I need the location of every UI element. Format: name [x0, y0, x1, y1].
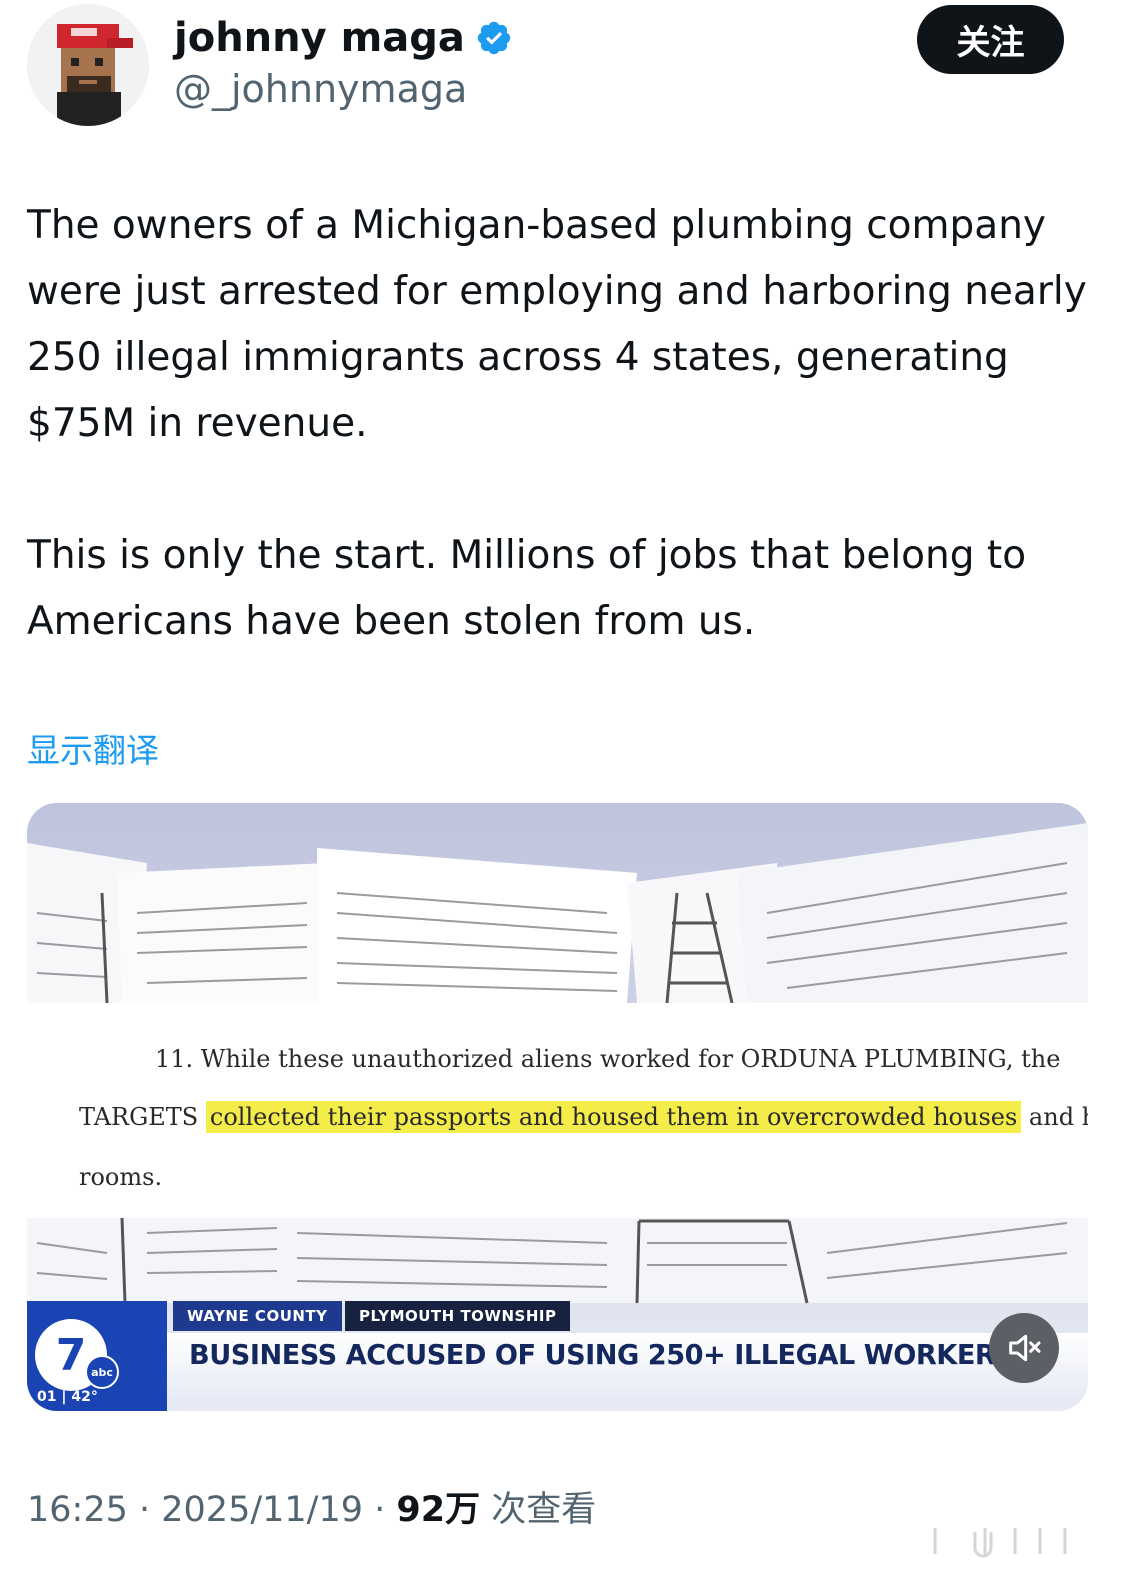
- views-count: 92万: [396, 1490, 481, 1530]
- tweet-text: The owners of a Michigan-based plumbing …: [27, 193, 1087, 655]
- views-label: 次查看: [480, 1490, 597, 1530]
- tweet-paragraph-1: The owners of a Michigan-based plumbing …: [27, 203, 1087, 446]
- news-lower-third: 7 abc 01 | 42° WAYNE COUNTY PLYMOUTH TOW…: [27, 1301, 1088, 1411]
- show-translation-link[interactable]: 显示翻译: [27, 728, 159, 774]
- author-handle[interactable]: @_johnnymaga: [174, 66, 467, 112]
- meta-separator-2: ·: [363, 1490, 397, 1530]
- weather-readout: 01 | 42°: [37, 1389, 98, 1405]
- document-line-2: TARGETS collected their passports and ho…: [79, 1101, 1088, 1133]
- avatar[interactable]: [27, 4, 149, 126]
- tweet-date[interactable]: 2025/11/19: [161, 1490, 363, 1530]
- unmute-button[interactable]: [989, 1313, 1059, 1383]
- follow-button[interactable]: 关注: [917, 5, 1064, 74]
- name-row: johnny maga: [174, 14, 513, 62]
- document-line-3: rooms.: [79, 1163, 163, 1191]
- tweet-header: johnny maga @_johnnymaga 关注: [0, 0, 1125, 150]
- pixel-avatar-icon: [27, 4, 149, 126]
- document-highlight: collected their passports and housed the…: [205, 1101, 1022, 1133]
- watermark-graphic: [933, 1528, 1067, 1558]
- tweet-time[interactable]: 16:25: [27, 1490, 128, 1530]
- tweet-paragraph-2: This is only the start. Millions of jobs…: [27, 533, 1027, 644]
- location-tag-township: PLYMOUTH TOWNSHIP: [345, 1301, 571, 1331]
- document-line-2-start: TARGETS: [79, 1103, 206, 1131]
- verified-badge-icon: [477, 21, 511, 55]
- document-line-2-end: and hotel: [1028, 1103, 1088, 1131]
- meta-separator-1: ·: [127, 1490, 162, 1530]
- station-logo: 7 abc 01 | 42°: [27, 1301, 167, 1411]
- abc-logo-icon: abc: [85, 1355, 119, 1389]
- document-line-1: 11. While these unauthorized aliens work…: [155, 1045, 1061, 1073]
- location-tag-county: WAYNE COUNTY: [173, 1301, 342, 1331]
- display-name[interactable]: johnny maga: [174, 14, 465, 62]
- news-headline: BUSINESS ACCUSED OF USING 250+ ILLEGAL W…: [189, 1338, 1015, 1371]
- tweet-metadata: 16:25 · 2025/11/19 · 92万 次查看: [27, 1487, 596, 1533]
- speaker-muted-icon: [1009, 1334, 1041, 1362]
- video-thumbnail[interactable]: 11. While these unauthorized aliens work…: [27, 803, 1088, 1411]
